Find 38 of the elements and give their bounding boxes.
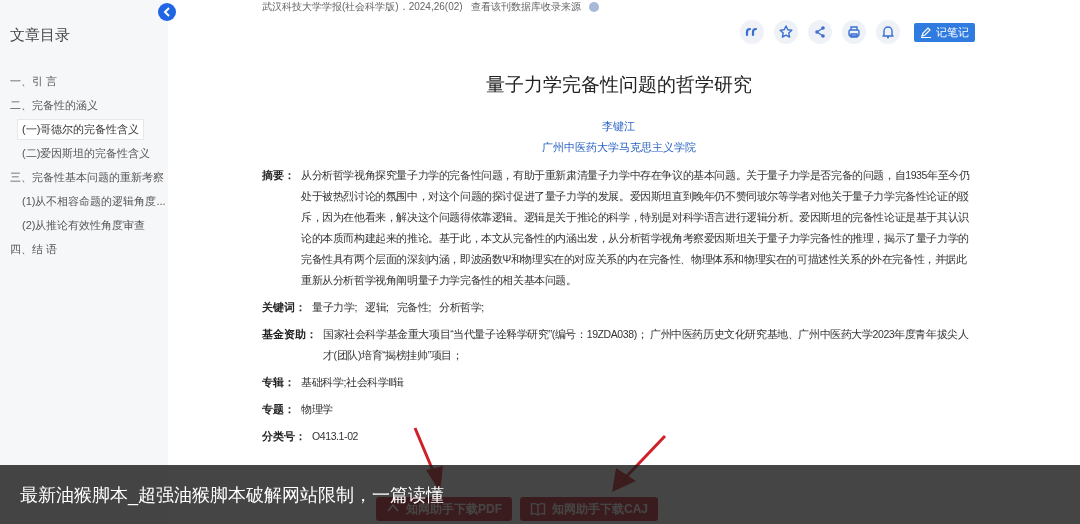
- database-link[interactable]: 查看该刊数据库收录来源: [470, 0, 581, 14]
- print-icon[interactable]: [842, 20, 866, 44]
- toc-item[interactable]: 一、引 言: [6, 72, 62, 91]
- field-value: 从分析哲学视角探究量子力学的完备性问题，有助于重新肃清量子力学中存在争议的基本问题。关于量子力学是否完备的问题，自1935年至今仍处于被热烈讨论的氛围中，对这个问题的探讨促进了量子力学的发展。爱因斯坦直到晚年仍不赞同玻尔等学者对他关于量子力学完备性论证的驳斥，因为在他看来，解决这个问题得依靠逻辑。逻辑是关于推论的科学，特别是对科学语言进行逻辑分析。爱因斯坦的完备性论证是基于其认识论的本质而构建起来的推论。基于此，本文从完备性的内涵出发，从分析哲学视角考察爱因斯坦关于量子力学完备性的推理，揭示了量子力学的完备性具有两个层面的深刻内涵，即波函数Ψ和物理实在的对应关系的内在完备性、物理体系和物理实在的可描述性关系的外在完备性，并据此重新从分析哲学视角阐明量子力学完备性的相关基本问题。: [301, 168, 971, 288]
- journal-source: 武汉科技大学学报(社会科学版)．2024,26(02): [262, 0, 463, 14]
- field-value: 基础科学;社会科学Ⅱ辑: [301, 375, 404, 390]
- collapse-button[interactable]: [158, 3, 176, 21]
- field-label: 专题：: [262, 402, 296, 417]
- share-icon[interactable]: [808, 20, 832, 44]
- field-label: 关键词：: [262, 300, 307, 315]
- author-link[interactable]: 李键江: [602, 119, 635, 134]
- toc-item[interactable]: 三、完备性基本问题的重新考察: [6, 168, 168, 187]
- toc-item[interactable]: (2)从推论有效性角度审查: [18, 216, 150, 235]
- pencil-icon: [920, 26, 932, 38]
- field-label: 基金资助：: [262, 327, 318, 342]
- toc-item[interactable]: (二)爱因斯坦的完备性含义: [18, 144, 155, 163]
- quote-icon[interactable]: [740, 20, 764, 44]
- field-value: O413.1-02: [312, 429, 359, 444]
- toc-item[interactable]: 四、结 语: [6, 240, 62, 259]
- keyword-link[interactable]: 量子力学;: [312, 297, 357, 318]
- toc-item[interactable]: 二、完备性的涵义: [6, 96, 102, 115]
- toc-item[interactable]: (一)哥德尔的完备性含义: [18, 120, 144, 139]
- toc-item[interactable]: (1)从不相容命题的逻辑角度...: [18, 192, 170, 211]
- video-caption: 最新油猴脚本_超强油猴脚本破解网站限制，一篇读懂: [20, 483, 444, 506]
- keyword-link[interactable]: 完备性;: [396, 297, 431, 318]
- keyword-link[interactable]: 逻辑;: [364, 297, 389, 318]
- note-button[interactable]: 记笔记: [914, 22, 975, 42]
- field-label: 专辑：: [262, 375, 296, 390]
- field-label: 分类号：: [262, 429, 307, 444]
- toc-title: 文章目录: [10, 26, 70, 45]
- article-title: 量子力学完备性问题的哲学研究: [484, 73, 753, 97]
- chevron-left-icon: [163, 7, 171, 17]
- bell-icon[interactable]: [876, 20, 900, 44]
- field-value: 国家社会科学基金重大项目“当代量子诠释学研究”(编号：19ZDA038)； 广州中医药历史文化研究基地、广州中医药大学2023年度青年拔尖人才(团队)培育“揭榜挂帅”项目；: [323, 327, 970, 363]
- field-value: 物理学: [301, 402, 333, 417]
- affiliation-link[interactable]: 广州中医药大学马克思主义学院: [541, 140, 696, 155]
- keyword-link[interactable]: 分析哲学;: [438, 297, 484, 318]
- field-label: 摘要：: [262, 168, 296, 183]
